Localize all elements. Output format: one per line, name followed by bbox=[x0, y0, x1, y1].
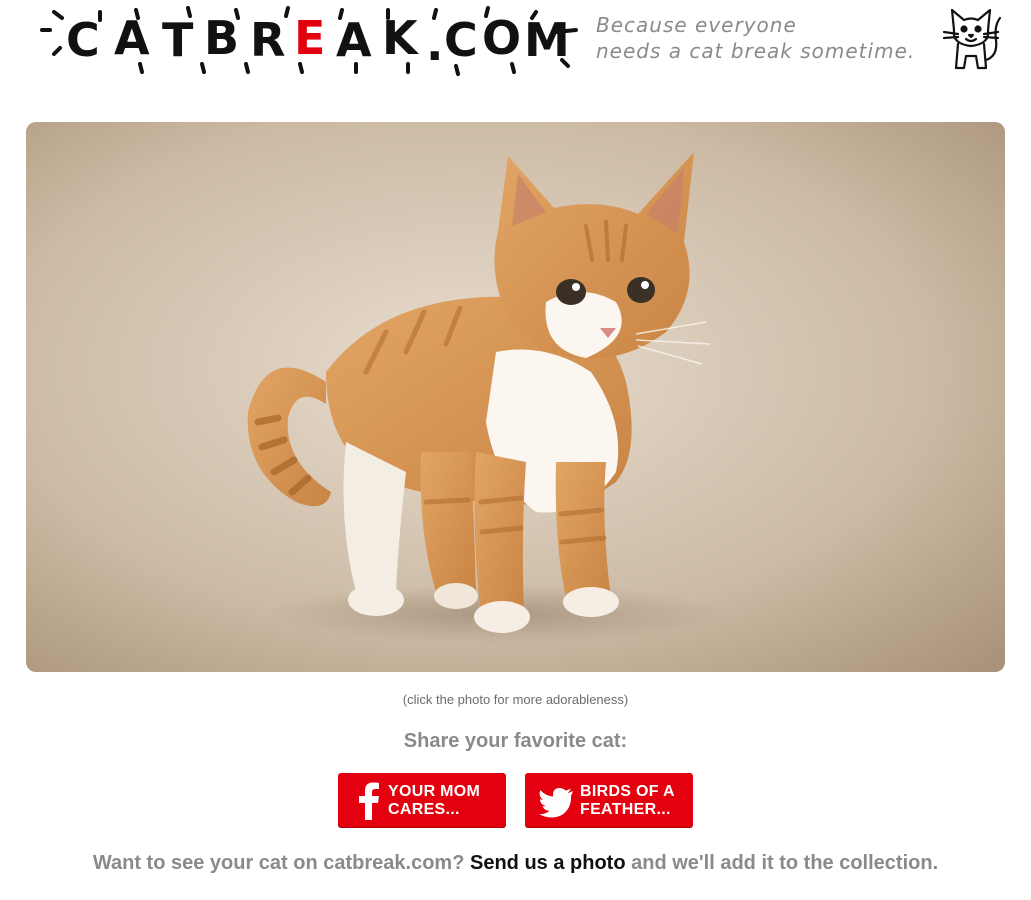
twitter-label-line-2: FEATHER... bbox=[580, 801, 671, 818]
facebook-icon bbox=[352, 782, 388, 820]
send-photo-link[interactable]: Send us a photo bbox=[470, 852, 626, 874]
logo-graphic: C A T B R E A K . C O M bbox=[40, 6, 578, 76]
tagline-line-1: Because everyone bbox=[596, 13, 797, 37]
photo-caption: (click the photo for more adorableness) bbox=[402, 692, 629, 707]
callout-prefix: Want to see your cat on catbreak.com? bbox=[92, 852, 465, 874]
share-buttons: YOUR MOM CARES... BIRDS OF A FEATHER... bbox=[338, 773, 698, 829]
logo-letter: R bbox=[250, 13, 285, 67]
site-logo[interactable]: C A T B R E A K . C O M bbox=[36, 4, 586, 80]
logo-letter: C bbox=[444, 13, 478, 67]
logo-letter: C bbox=[66, 13, 100, 67]
twitter-icon bbox=[539, 782, 575, 820]
tagline-line-2: needs a cat break sometime. bbox=[596, 39, 916, 63]
logo-letter: K bbox=[382, 11, 420, 65]
facebook-label-line-1: YOUR MOM bbox=[388, 783, 481, 800]
logo-letter: A bbox=[114, 11, 150, 65]
logo-letter: . bbox=[426, 17, 443, 71]
callout-suffix: and we'll add it to the collection. bbox=[631, 852, 939, 874]
facebook-share-button[interactable]: YOUR MOM CARES... bbox=[338, 773, 506, 827]
logo-letter: B bbox=[204, 11, 239, 65]
twitter-label-line-1: BIRDS OF A bbox=[580, 783, 675, 800]
twitter-share-button[interactable]: BIRDS OF A FEATHER... bbox=[525, 773, 693, 827]
kitten-image bbox=[26, 122, 1005, 672]
cat-photo[interactable] bbox=[26, 122, 1005, 672]
logo-letter: O bbox=[482, 11, 521, 65]
logo-letter-accent: E bbox=[294, 11, 325, 65]
logo-letter: A bbox=[336, 13, 372, 67]
logo-letter: T bbox=[162, 13, 194, 67]
facebook-label-line-2: CARES... bbox=[388, 801, 460, 818]
site-header: C A T B R E A K . C O M Because everyone… bbox=[0, 0, 1031, 100]
logo-letter: M bbox=[524, 13, 570, 67]
site-tagline: Because everyone needs a cat break somet… bbox=[596, 12, 946, 64]
submit-photo-callout: Want to see your cat on catbreak.com? Se… bbox=[0, 852, 1031, 875]
twitter-share-label: BIRDS OF A FEATHER... bbox=[580, 783, 692, 819]
facebook-share-label: YOUR MOM CARES... bbox=[388, 783, 500, 819]
cat-doodle-icon bbox=[940, 4, 1002, 74]
share-heading: Share your favorite cat: bbox=[403, 730, 628, 752]
